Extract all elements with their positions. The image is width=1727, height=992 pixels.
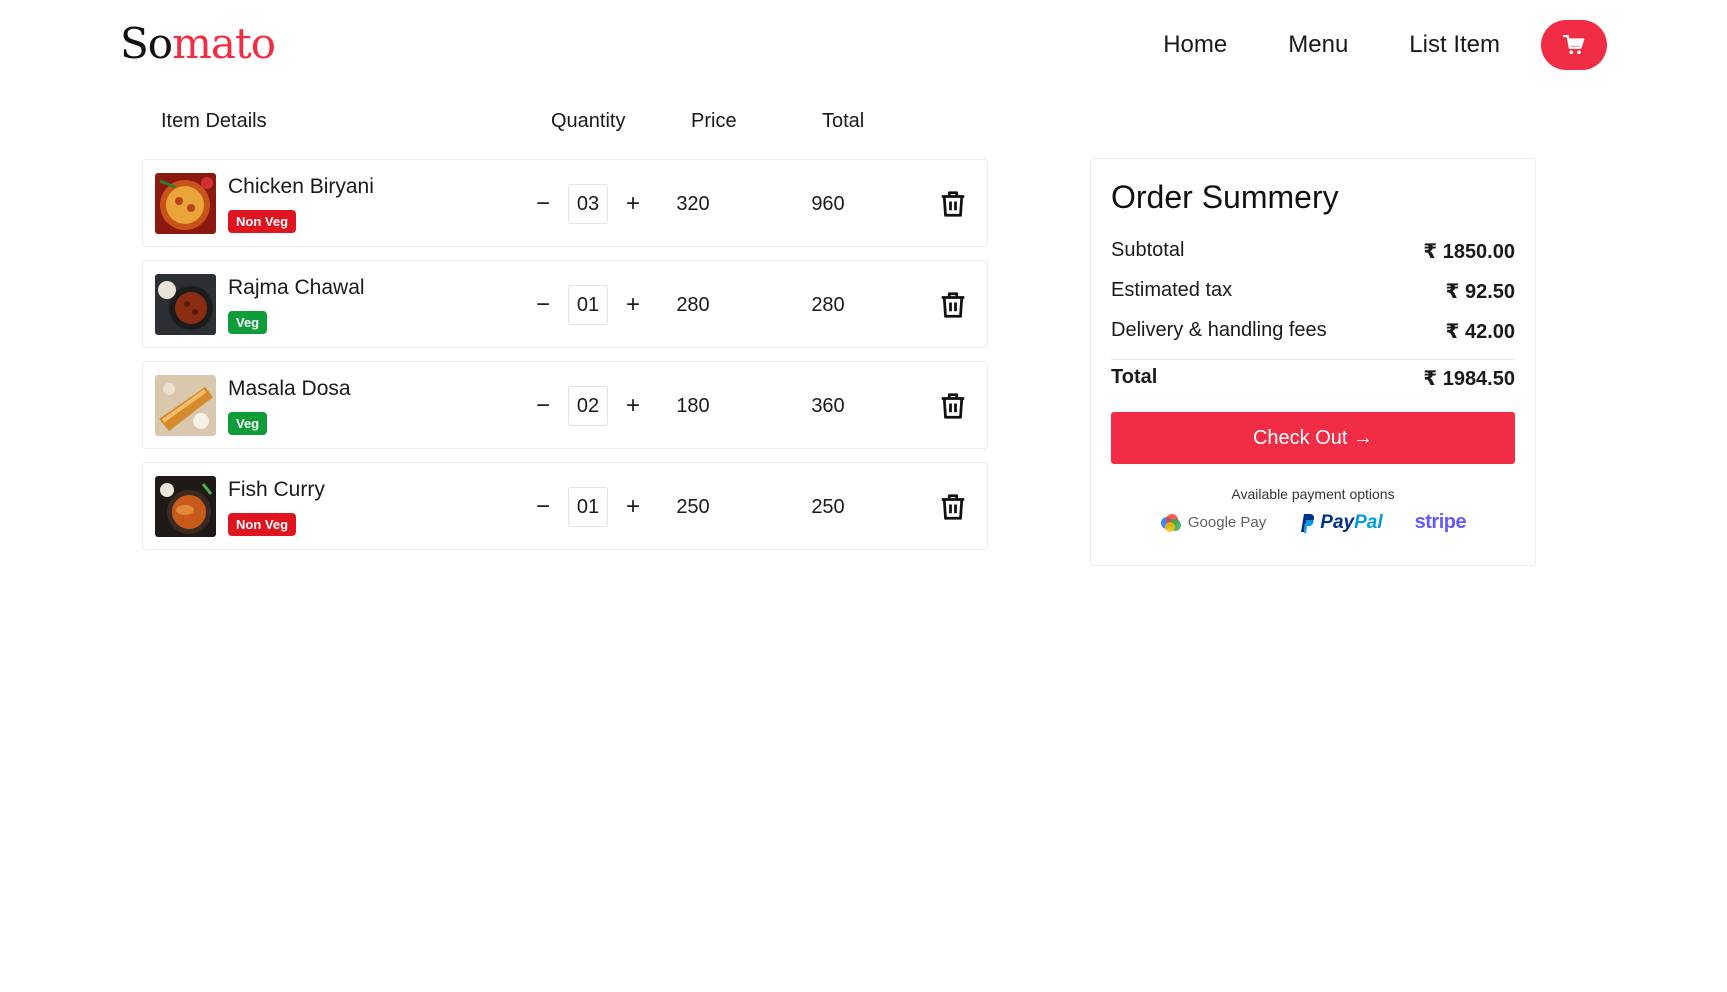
item-name: Fish Curry: [228, 478, 325, 501]
item-name: Chicken Biryani: [228, 175, 374, 198]
decrease-qty-button[interactable]: −: [528, 386, 558, 426]
trash-icon[interactable]: [938, 189, 968, 219]
subtotal-value: ₹ 1850.00: [1423, 241, 1515, 263]
cart-row: Chicken Biryani Non Veg − 03 + 320 960: [142, 159, 988, 247]
logo-part2: mato: [172, 19, 276, 68]
item-total: 250: [811, 496, 845, 518]
veg-badge: Veg: [228, 412, 268, 435]
cart-button[interactable]: [1541, 20, 1607, 70]
item-total: 360: [811, 395, 845, 417]
logo-part1: So: [120, 19, 173, 68]
item-name: Masala Dosa: [228, 377, 351, 400]
quantity-value[interactable]: 02: [568, 386, 608, 426]
item-name: Rajma Chawal: [228, 276, 365, 299]
decrease-qty-button[interactable]: −: [528, 487, 558, 527]
increase-qty-button[interactable]: +: [618, 487, 648, 527]
cart-icon: [1563, 35, 1585, 55]
food-image: [155, 476, 216, 537]
tax-line: Estimated tax ₹ 92.50: [1111, 279, 1515, 304]
subtotal-line: Subtotal ₹ 1850.00: [1111, 239, 1515, 264]
cart-row: Fish Curry Non Veg − 01 + 250 250: [142, 462, 988, 550]
quantity-value[interactable]: 03: [568, 184, 608, 224]
delivery-value: ₹ 42.00: [1445, 321, 1515, 343]
logo[interactable]: Somato: [120, 14, 276, 74]
paypal-logo: PayPal: [1298, 511, 1383, 534]
increase-qty-button[interactable]: +: [618, 285, 648, 325]
decrease-qty-button[interactable]: −: [528, 285, 558, 325]
summary-divider: [1111, 359, 1515, 360]
google-pay-icon: [1160, 513, 1181, 532]
header-total: Total: [822, 110, 865, 132]
item-price: 320: [676, 193, 710, 215]
header-price: Price: [691, 110, 737, 132]
veg-badge: Veg: [228, 311, 268, 334]
food-image: [155, 173, 216, 234]
google-pay-logo: Google Pay: [1160, 513, 1266, 533]
summary-title: Order Summery: [1111, 179, 1339, 215]
quantity-value[interactable]: 01: [568, 285, 608, 325]
stripe-logo: stripe: [1414, 511, 1467, 533]
item-price: 180: [676, 395, 710, 417]
payment-options: Google Pay PayPal stripe: [1091, 511, 1535, 534]
trash-icon[interactable]: [938, 391, 968, 421]
google-pay-text: Google Pay: [1187, 514, 1267, 531]
trash-icon[interactable]: [938, 290, 968, 320]
increase-qty-button[interactable]: +: [618, 386, 648, 426]
total-value: ₹ 1984.50: [1423, 368, 1515, 390]
nonveg-badge: Non Veg: [228, 210, 297, 233]
payment-options-label: Available payment options: [1231, 486, 1395, 502]
food-image: [155, 274, 216, 335]
item-total: 280: [811, 294, 845, 316]
cart-row: Masala Dosa Veg − 02 + 180 360: [142, 361, 988, 449]
tax-value: ₹ 92.50: [1445, 281, 1515, 303]
delivery-line: Delivery & handling fees ₹ 42.00: [1111, 319, 1515, 344]
paypal-text-pal: Pal: [1354, 511, 1383, 533]
item-total: 960: [811, 193, 845, 215]
item-price: 280: [676, 294, 710, 316]
item-price: 250: [676, 496, 710, 518]
cart-row: Rajma Chawal Veg − 01 + 280 280: [142, 260, 988, 348]
main-nav: Home Menu List Item: [1163, 20, 1607, 70]
order-summary-card: Order Summery Subtotal ₹ 1850.00 Estimat…: [1090, 158, 1536, 566]
total-line: Total ₹ 1984.50: [1111, 366, 1515, 391]
nonveg-badge: Non Veg: [228, 513, 297, 536]
increase-qty-button[interactable]: +: [618, 184, 648, 224]
quantity-value[interactable]: 01: [568, 487, 608, 527]
header-quantity: Quantity: [551, 110, 626, 132]
trash-icon[interactable]: [938, 492, 968, 522]
food-image: [155, 375, 216, 436]
nav-home[interactable]: Home: [1163, 20, 1227, 70]
nav-menu[interactable]: Menu: [1288, 20, 1348, 70]
paypal-text-pay: Pay: [1320, 511, 1355, 533]
subtotal-label: Subtotal: [1111, 239, 1185, 261]
checkout-button[interactable]: Check Out →: [1111, 412, 1515, 464]
header-item-details: Item Details: [161, 110, 267, 132]
decrease-qty-button[interactable]: −: [528, 184, 558, 224]
nav-list-item[interactable]: List Item: [1409, 20, 1500, 70]
total-label: Total: [1111, 366, 1158, 388]
delivery-label: Delivery & handling fees: [1111, 319, 1327, 341]
paypal-icon: [1301, 513, 1315, 533]
tax-label: Estimated tax: [1111, 279, 1233, 301]
